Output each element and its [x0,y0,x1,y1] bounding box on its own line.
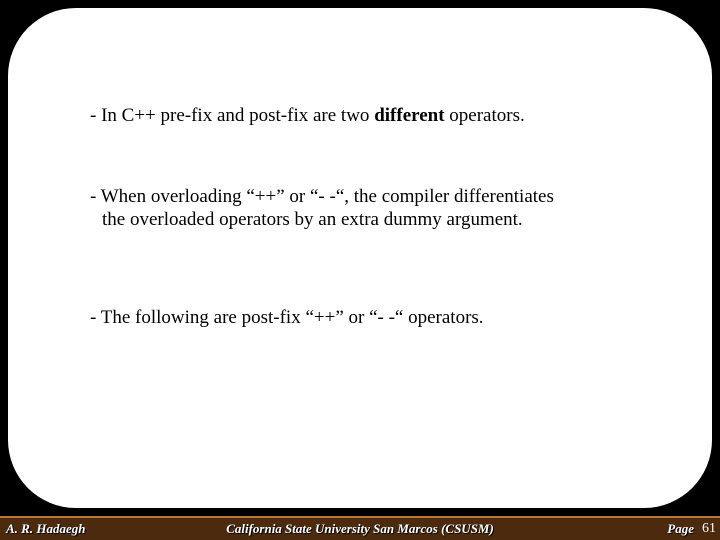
bullet-3: - The following are post-fix “++” or “- … [90,306,670,329]
text-line: the overloaded operators by an extra dum… [90,208,670,231]
slide-body: - In C++ pre-fix and post-fix are two di… [90,104,670,329]
text: operators. [445,105,525,126]
text: - In C++ pre-fix and post-fix are two [90,105,374,126]
bullet-2: - When overloading “++” or “- -“, the co… [90,185,670,231]
text-line: - When overloading “++” or “- -“, the co… [90,185,670,208]
footer-page-label: Page [667,521,694,537]
slide-root: - In C++ pre-fix and post-fix are two di… [0,0,720,540]
text-bold: different [374,105,444,126]
bullet-1: - In C++ pre-fix and post-fix are two di… [90,104,670,127]
footer-institution: California State University San Marcos (… [0,521,720,537]
footer-page-number: 61 [702,521,716,537]
